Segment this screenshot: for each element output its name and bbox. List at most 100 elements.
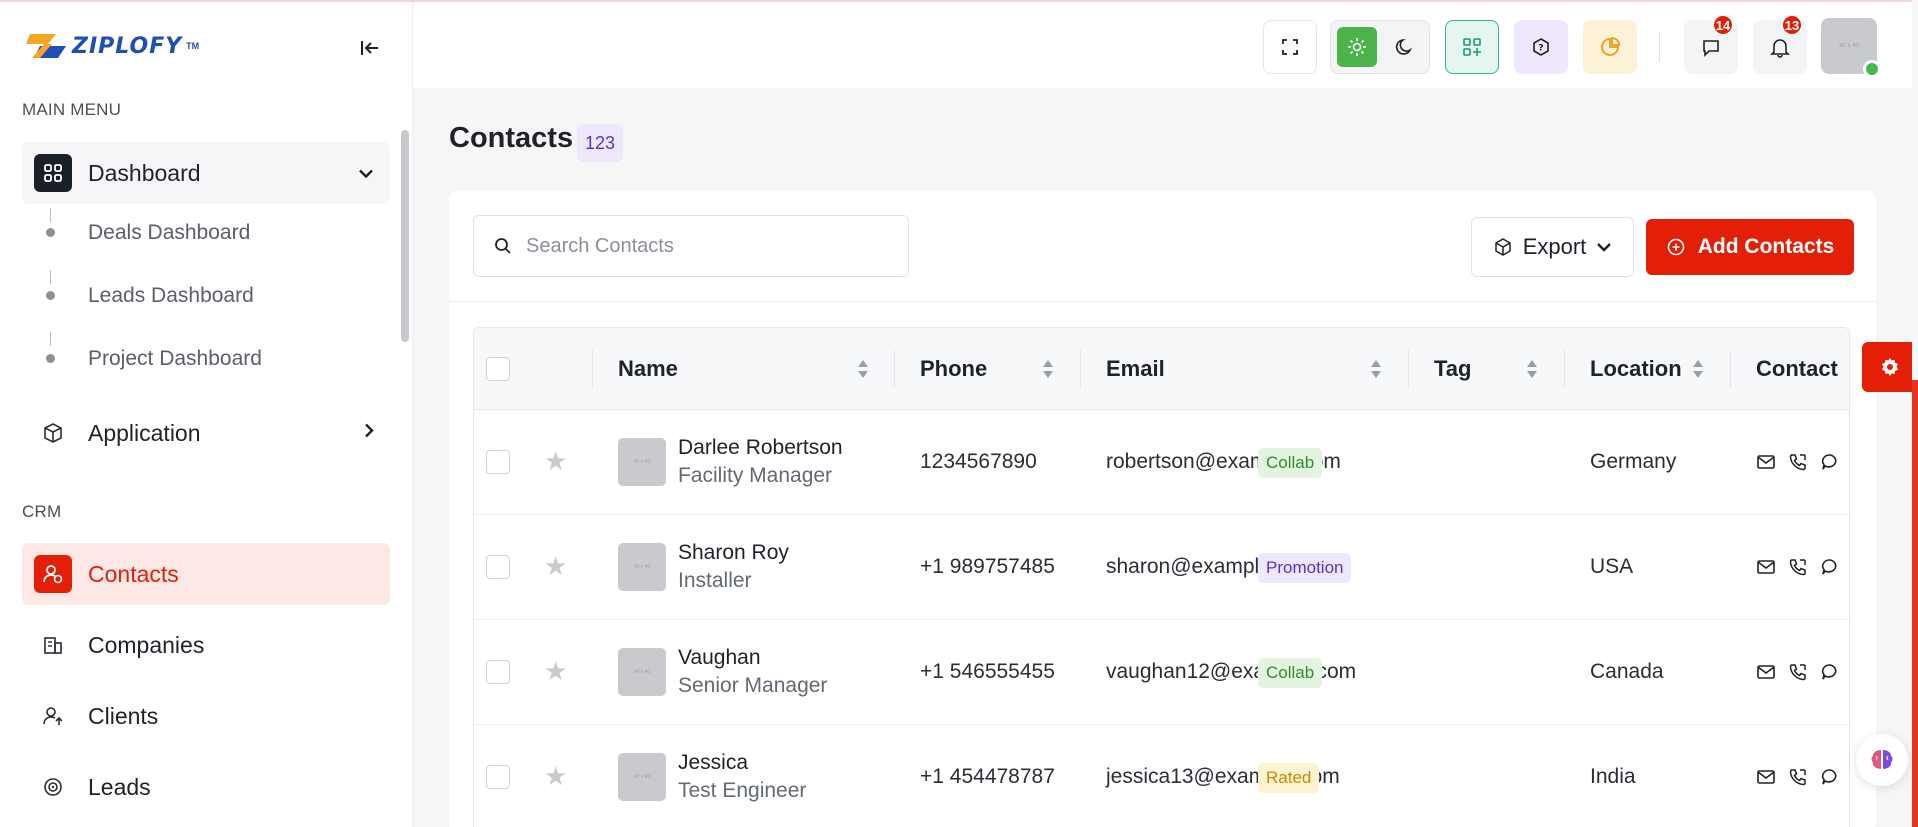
- column-divider: [592, 350, 593, 388]
- sidebar: ZIPLOFY TM MAIN MENU Dashboard Deals Das…: [0, 2, 413, 827]
- star-icon[interactable]: ★: [544, 658, 567, 684]
- tag-badge: Promotion: [1258, 553, 1352, 583]
- sidebar-item-clients[interactable]: Clients: [22, 685, 390, 747]
- contacts-table: Name Phone Email Tag Location Contact ★ …: [473, 327, 1850, 827]
- contact-phone: 1234567890: [920, 450, 1037, 473]
- contact-icon: [34, 555, 72, 593]
- notifications-button[interactable]: 13: [1753, 14, 1807, 74]
- logo-text: ZIPLOFY: [72, 33, 183, 59]
- apps-button[interactable]: [1445, 20, 1499, 74]
- light-mode-button[interactable]: [1337, 27, 1377, 67]
- search-box[interactable]: [473, 215, 909, 277]
- mail-icon[interactable]: [1756, 767, 1776, 787]
- page-scrollbar-thumb[interactable]: [1912, 380, 1918, 827]
- chevron-right-icon: [364, 423, 374, 444]
- plus-square-icon: [1667, 238, 1685, 256]
- contact-location: USA: [1590, 555, 1634, 578]
- chat-icon[interactable]: [1820, 557, 1840, 577]
- table-row[interactable]: ★ 40 x 40 Jessica Test Engineer +1 45447…: [474, 725, 1849, 827]
- app-logo[interactable]: ZIPLOFY TM: [26, 30, 199, 62]
- messages-button[interactable]: 14: [1684, 14, 1738, 74]
- sort-icon[interactable]: [1370, 358, 1382, 380]
- box-icon: [34, 414, 72, 452]
- sidebar-scrollbar[interactable]: [401, 130, 409, 342]
- sort-icon[interactable]: [1042, 358, 1054, 380]
- search-icon: [495, 238, 511, 254]
- export-button[interactable]: Export: [1471, 217, 1634, 277]
- contact-phone: +1 454478787: [920, 765, 1055, 788]
- star-icon[interactable]: ★: [544, 763, 567, 789]
- contact-location: India: [1590, 765, 1636, 788]
- help-button[interactable]: ?: [1514, 20, 1568, 74]
- star-icon[interactable]: ★: [544, 553, 567, 579]
- contact-name[interactable]: Jessica: [678, 751, 748, 775]
- sort-icon[interactable]: [1692, 358, 1704, 380]
- theme-settings-button[interactable]: [1862, 342, 1918, 392]
- contact-avatar: 40 x 40: [618, 753, 666, 801]
- sidebar-item-dashboard[interactable]: Dashboard: [22, 142, 390, 204]
- top-header: ? 14 13 40 x 40: [413, 2, 1918, 88]
- reports-button[interactable]: [1583, 20, 1637, 74]
- page-title: Contacts: [449, 122, 574, 154]
- row-checkbox[interactable]: [486, 660, 510, 684]
- card-divider: [449, 301, 1876, 302]
- row-checkbox[interactable]: [486, 555, 510, 579]
- table-row[interactable]: ★ 40 x 40 Sharon Roy Installer +1 989757…: [474, 515, 1849, 620]
- avatar-placeholder-text: 40 x 40: [633, 459, 651, 465]
- select-all-checkbox[interactable]: [486, 357, 510, 381]
- user-avatar[interactable]: 40 x 40: [1821, 18, 1881, 78]
- fullscreen-button[interactable]: [1263, 20, 1317, 74]
- contact-name[interactable]: Darlee Robertson: [678, 436, 843, 460]
- table-row[interactable]: ★ 40 x 40 Darlee Robertson Facility Mana…: [474, 410, 1849, 515]
- chat-icon[interactable]: [1820, 452, 1840, 472]
- phone-call-icon[interactable]: [1788, 557, 1808, 577]
- online-status-dot: [1863, 60, 1881, 78]
- add-contacts-button[interactable]: Add Contacts: [1646, 219, 1854, 275]
- moon-icon: [1395, 38, 1413, 55]
- column-header-location[interactable]: Location: [1590, 328, 1682, 410]
- theme-toggle[interactable]: [1330, 20, 1430, 74]
- avatar-placeholder-text: 40 x 40: [633, 564, 651, 570]
- fullscreen-icon: [1282, 39, 1298, 55]
- column-header-phone[interactable]: Phone: [920, 328, 987, 410]
- export-label: Export: [1522, 234, 1587, 259]
- table-header: Name Phone Email Tag Location Contact: [474, 328, 1849, 410]
- sidebar-item-companies[interactable]: Companies: [22, 614, 390, 676]
- phone-call-icon[interactable]: [1788, 452, 1808, 472]
- sidebar-item-application[interactable]: Application: [22, 402, 390, 464]
- avatar-placeholder-text: 40 x 40: [633, 774, 651, 780]
- mail-icon[interactable]: [1756, 452, 1776, 472]
- chat-icon[interactable]: [1820, 767, 1840, 787]
- sidebar-item-leads[interactable]: Leads: [22, 756, 390, 818]
- sidebar-subitem-deals-dashboard[interactable]: Deals Dashboard: [88, 221, 250, 245]
- table-row[interactable]: ★ 40 x 40 Vaughan Senior Manager +1 5465…: [474, 620, 1849, 725]
- collapse-sidebar-button[interactable]: [356, 34, 384, 62]
- contact-name[interactable]: Sharon Roy: [678, 541, 789, 565]
- contact-role: Test Engineer: [678, 779, 807, 802]
- sort-icon[interactable]: [857, 358, 869, 380]
- ai-assistant-button[interactable]: [1856, 734, 1908, 786]
- contact-avatar: 40 x 40: [618, 648, 666, 696]
- column-header-name[interactable]: Name: [618, 328, 678, 410]
- star-icon[interactable]: ★: [544, 448, 567, 474]
- chat-icon[interactable]: [1820, 662, 1840, 682]
- sort-icon[interactable]: [1526, 358, 1538, 380]
- page-scrollbar[interactable]: [1912, 0, 1918, 827]
- tree-dot: [46, 354, 55, 363]
- column-header-email[interactable]: Email: [1106, 328, 1165, 410]
- sidebar-item-contacts[interactable]: Contacts: [22, 543, 390, 605]
- dark-mode-button[interactable]: [1385, 27, 1425, 67]
- sun-icon: [1348, 38, 1366, 56]
- row-checkbox[interactable]: [486, 450, 510, 474]
- mail-icon[interactable]: [1756, 557, 1776, 577]
- row-checkbox[interactable]: [486, 765, 510, 789]
- phone-call-icon[interactable]: [1788, 662, 1808, 682]
- search-input[interactable]: [526, 234, 886, 258]
- sidebar-subitem-project-dashboard[interactable]: Project Dashboard: [88, 347, 262, 371]
- column-header-tag[interactable]: Tag: [1434, 328, 1471, 410]
- phone-call-icon[interactable]: [1788, 767, 1808, 787]
- sidebar-subitem-leads-dashboard[interactable]: Leads Dashboard: [88, 284, 254, 308]
- message-icon: [1703, 40, 1719, 57]
- mail-icon[interactable]: [1756, 662, 1776, 682]
- contact-name[interactable]: Vaughan: [678, 646, 761, 670]
